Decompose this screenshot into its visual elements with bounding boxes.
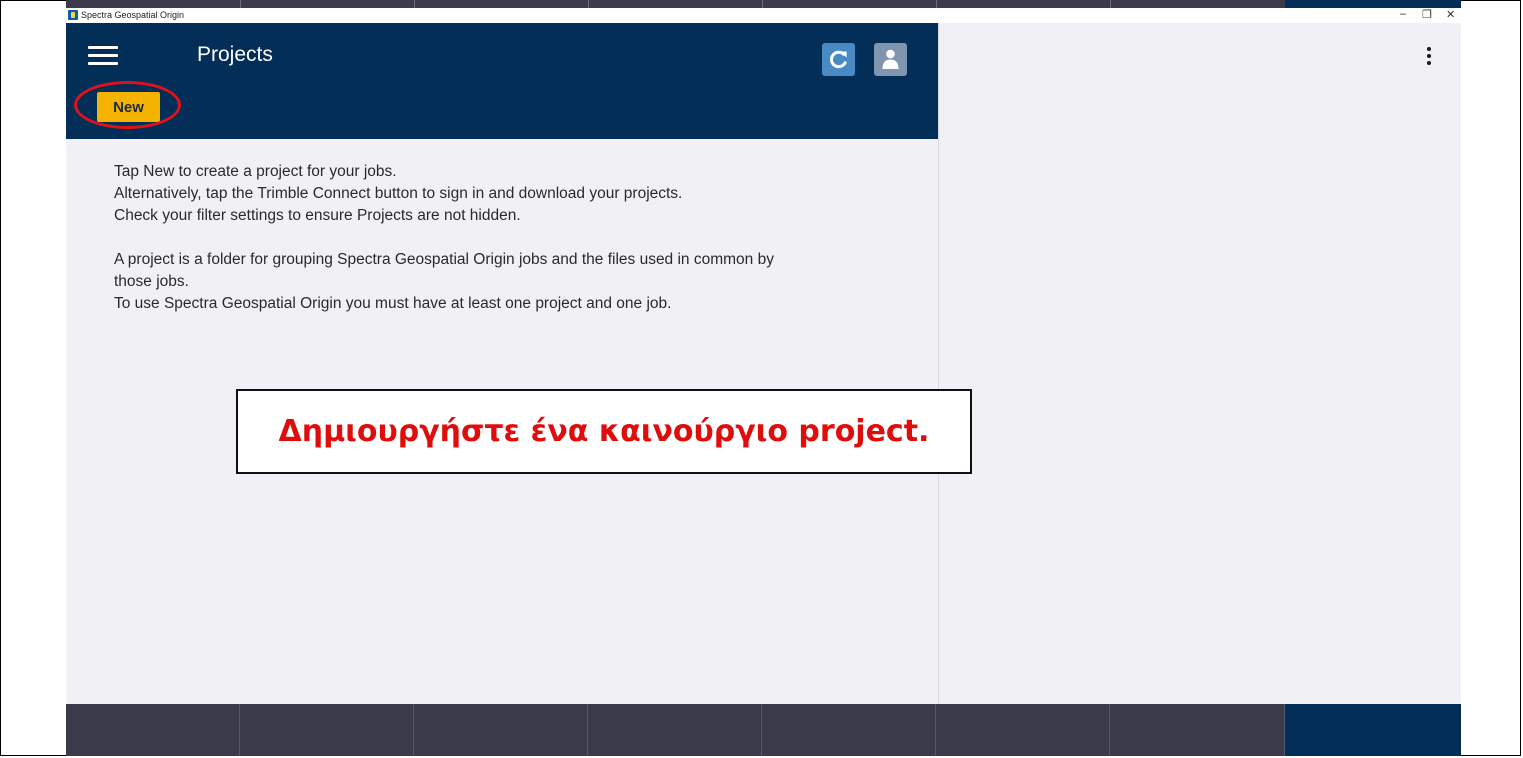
- window-title: Spectra Geospatial Origin: [81, 10, 185, 20]
- empty-state-help-text: Tap New to create a project for your job…: [114, 161, 914, 315]
- help-line: those jobs.: [114, 273, 189, 290]
- annotation-callout: Δημιουργήστε ένα καινούργιο project.: [236, 389, 972, 474]
- window-titlebar: Spectra Geospatial Origin – ❐ ✕: [66, 8, 1461, 23]
- help-line: A project is a folder for grouping Spect…: [114, 251, 774, 268]
- page-title: Projects: [197, 43, 273, 66]
- help-line: Check your filter settings to ensure Pro…: [114, 207, 521, 224]
- background-taskbar-strip: [66, 0, 1461, 8]
- more-options-icon[interactable]: [1426, 47, 1432, 67]
- projects-header: Projects New: [66, 23, 938, 139]
- bottom-tab-1[interactable]: [66, 704, 240, 756]
- bottom-tab-4[interactable]: [588, 704, 762, 756]
- minimize-button[interactable]: –: [1400, 8, 1406, 20]
- bottom-tab-6[interactable]: [936, 704, 1110, 756]
- bottom-tab-5[interactable]: [762, 704, 936, 756]
- trimble-connect-button[interactable]: [874, 43, 907, 76]
- user-icon: [882, 49, 899, 69]
- restore-button[interactable]: ❐: [1422, 8, 1432, 21]
- details-pane: [938, 23, 1461, 704]
- new-project-button[interactable]: New: [97, 92, 160, 122]
- refresh-icon: [830, 50, 848, 69]
- bottom-tab-2[interactable]: [240, 704, 414, 756]
- app-logo-icon: [68, 10, 78, 20]
- bottom-tab-7[interactable]: [1110, 704, 1285, 756]
- projects-pane: Projects New Tap New to create a project…: [66, 23, 938, 704]
- refresh-button[interactable]: [822, 43, 855, 76]
- help-line: Tap New to create a project for your job…: [114, 163, 397, 180]
- help-line: To use Spectra Geospatial Origin you mus…: [114, 295, 672, 312]
- bottom-tab-active[interactable]: [1285, 704, 1461, 756]
- bottom-navigation-bar: [66, 704, 1461, 756]
- help-line: Alternatively, tap the Trimble Connect b…: [114, 185, 683, 202]
- close-button[interactable]: ✕: [1446, 8, 1455, 21]
- bottom-tab-3[interactable]: [414, 704, 588, 756]
- hamburger-menu-icon[interactable]: [88, 46, 118, 66]
